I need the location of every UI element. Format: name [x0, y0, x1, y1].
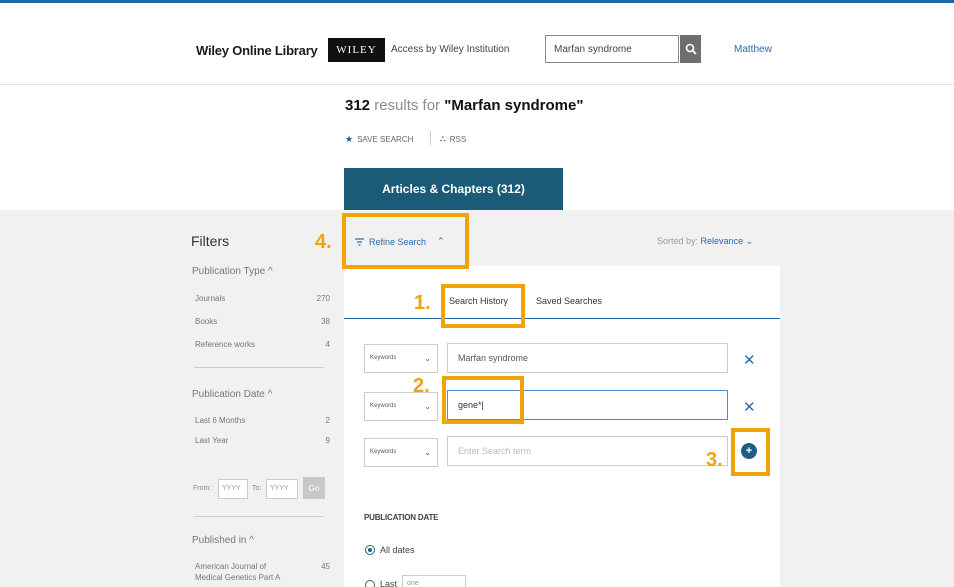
chevron-down-icon: ⌄	[424, 448, 431, 457]
field-type-select[interactable]: Keywords ⌄	[364, 344, 438, 373]
save-search-link[interactable]: ★ SAVE SEARCH	[345, 134, 413, 145]
filter-option-label: Last 6 Months	[195, 416, 246, 425]
star-icon: ★	[345, 134, 354, 144]
panel-tabs-underline	[344, 318, 780, 319]
filter-option-label: Journals	[195, 294, 226, 303]
filter-option[interactable]: Medical Genetics Part A	[195, 573, 330, 582]
field-type-value: Keywords	[370, 403, 397, 409]
rss-link[interactable]: ∴ RSS	[440, 134, 466, 145]
filter-option-count: 2	[325, 416, 330, 425]
search-term-input[interactable]: Enter Search term	[447, 436, 728, 466]
results-term: "Marfan syndrome"	[444, 97, 584, 114]
last-period-select[interactable]: one	[402, 575, 466, 587]
filter-published-in-toggle[interactable]: Published in ^	[192, 535, 254, 546]
results-mid-text: results for	[370, 97, 445, 114]
search-icon	[685, 43, 697, 55]
filter-option[interactable]: American Journal of 45	[195, 562, 330, 571]
filter-option-count: 4	[325, 340, 330, 349]
last-period-value: one	[407, 580, 419, 587]
filter-option-count: 38	[321, 317, 330, 326]
date-from-input[interactable]: YYYY	[218, 479, 248, 499]
filter-option[interactable]: Books 38	[195, 317, 330, 326]
filter-option-count: 9	[325, 436, 330, 445]
filter-option-count: 45	[321, 562, 330, 571]
access-info: Access by Wiley Institution	[391, 44, 510, 55]
search-term-input[interactable]: Marfan syndrome	[447, 343, 728, 373]
wiley-logo[interactable]: WILEY	[328, 38, 385, 62]
highlight-number-1: 1.	[414, 292, 431, 314]
field-type-value: Keywords	[370, 355, 397, 361]
tab-articles-chapters[interactable]: Articles & Chapters (312)	[344, 168, 563, 210]
filter-option-label: American Journal of	[195, 562, 267, 571]
header-search-input[interactable]: Marfan syndrome	[545, 35, 679, 63]
chevron-down-icon: ⌄	[424, 354, 431, 363]
filter-option[interactable]: Reference works 4	[195, 340, 330, 349]
results-count: 312	[345, 97, 371, 114]
header-search-button[interactable]	[680, 35, 701, 63]
filter-option-label: Reference works	[195, 340, 256, 349]
chevron-down-icon: ⌄	[745, 236, 754, 246]
chevron-down-icon: ⌄	[424, 402, 431, 411]
remove-row-button[interactable]: ✕	[743, 398, 756, 416]
sort-value: Relevance	[700, 236, 744, 246]
date-to-label: To:	[252, 485, 262, 492]
filter-divider	[194, 516, 324, 517]
tab-saved-searches[interactable]: Saved Searches	[536, 296, 602, 306]
user-menu[interactable]: Matthew	[734, 44, 772, 55]
rss-icon: ∴	[440, 134, 446, 144]
results-heading: 312 results for "Marfan syndrome"	[345, 97, 583, 114]
advanced-search-panel	[344, 266, 780, 587]
close-icon: ✕	[743, 399, 756, 416]
remove-row-button[interactable]: ✕	[743, 351, 756, 369]
last-label: Last	[380, 579, 398, 587]
divider	[430, 131, 431, 145]
filters-title: Filters	[191, 233, 230, 249]
date-to-input[interactable]: YYYY	[266, 479, 298, 499]
last-radio[interactable]	[365, 580, 375, 587]
sort-control[interactable]: Sorted by: Relevance ⌄	[657, 236, 753, 247]
sort-label: Sorted by:	[657, 236, 699, 246]
highlight-box-1	[441, 284, 525, 328]
site-header: Wiley Online Library WILEY Access by Wil…	[0, 3, 954, 85]
publication-date-heading: PUBLICATION DATE	[364, 513, 439, 522]
filter-option[interactable]: Last 6 Months 2	[195, 416, 330, 425]
filter-option[interactable]: Journals 270	[195, 294, 330, 303]
field-type-value: Keywords	[370, 449, 397, 455]
all-dates-label: All dates	[380, 545, 415, 555]
save-search-label: SAVE SEARCH	[357, 135, 414, 144]
highlight-number-3: 3.	[706, 449, 723, 471]
highlight-box-2	[442, 376, 524, 424]
filter-option-label: Last Year	[195, 436, 229, 445]
filter-option-count: 270	[316, 294, 330, 303]
filter-publication-date-toggle[interactable]: Publication Date ^	[192, 389, 272, 400]
rss-label: RSS	[449, 135, 467, 144]
filter-publication-type-toggle[interactable]: Publication Type ^	[192, 266, 273, 277]
close-icon: ✕	[743, 352, 756, 369]
filter-option[interactable]: Last Year 9	[195, 436, 330, 445]
all-dates-radio[interactable]	[365, 545, 375, 555]
highlight-box-4	[342, 213, 469, 269]
highlight-number-4: 4.	[315, 231, 332, 253]
filter-option-label: Books	[195, 317, 218, 326]
highlight-box-3	[731, 428, 770, 476]
filter-option-label: Medical Genetics Part A	[195, 573, 281, 582]
date-go-button[interactable]: Go	[303, 477, 325, 499]
site-brand[interactable]: Wiley Online Library	[196, 43, 318, 58]
highlight-number-2: 2.	[413, 375, 430, 397]
field-type-select[interactable]: Keywords ⌄	[364, 438, 438, 467]
date-from-label: From:	[193, 485, 212, 492]
filter-divider	[194, 367, 324, 368]
